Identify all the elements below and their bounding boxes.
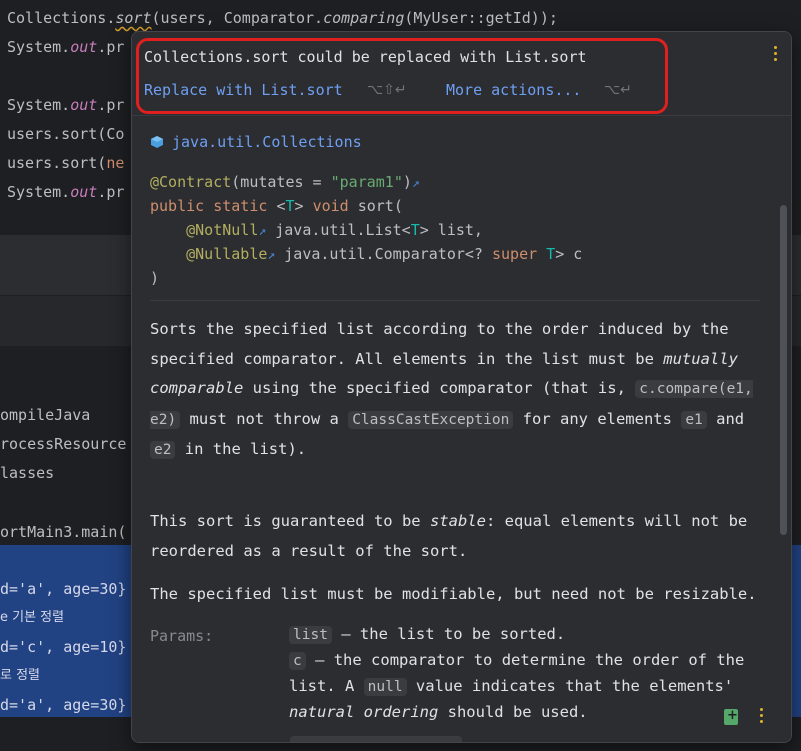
signature-line: @NotNull↗ java.util.List<T> list, <box>186 221 483 239</box>
description-paragraph: The specified list must be modifiable, b… <box>150 585 757 603</box>
console-line: rocessResource <box>0 435 127 453</box>
package-link[interactable]: java.util.Collections <box>172 133 362 151</box>
external-link-icon: ↗ <box>258 224 267 239</box>
code-line[interactable]: System.out.pr <box>7 95 124 115</box>
popup-footer <box>724 708 763 726</box>
description-paragraph: Sorts the specified list according to th… <box>150 320 753 459</box>
signature-line: public static <T> void sort( <box>150 197 403 215</box>
console-line: d='c', age=10} <box>0 638 127 656</box>
replace-shortcut: ⌥⇧↵ <box>367 82 407 98</box>
signature-line: ) <box>150 269 160 287</box>
intention-header: Collections.sort could be replaced with … <box>132 32 791 116</box>
console-line: e 기본 정렬 <box>0 610 65 625</box>
more-actions-link[interactable]: More actions... <box>446 81 581 99</box>
replace-with-list-sort-link[interactable]: Replace with List.sort <box>144 81 343 99</box>
console-line: d='a', age=30} <box>0 580 127 598</box>
scrollbar[interactable] <box>780 205 787 535</box>
code-line[interactable]: System.out.pr <box>7 37 124 57</box>
params-label: Params: <box>150 627 214 645</box>
more-options-icon[interactable] <box>760 708 763 726</box>
intention-title: Collections.sort could be replaced with … <box>144 48 587 66</box>
more-actions-shortcut: ⌥↵ <box>604 82 632 98</box>
param-c: c – the comparator to determine the orde… <box>289 651 745 721</box>
code-line[interactable]: users.sort(Co <box>7 124 124 144</box>
code-line[interactable]: System.out.pr <box>7 182 124 202</box>
console-line: lasses <box>0 464 55 482</box>
code-line[interactable]: Collections.sort(users, Comparator.compa… <box>7 8 558 28</box>
external-link-icon: ↗ <box>267 248 276 263</box>
params-list: list – the list to be sorted. c – the co… <box>289 622 749 725</box>
documentation-body[interactable]: java.util.Collections @Contract(mutates … <box>132 117 791 742</box>
description-paragraph: This sort is guaranteed to be stable: eq… <box>150 512 748 560</box>
signature-line: @Contract(mutates = "param1")↗ <box>150 173 420 191</box>
console-line: d='a', age=30} <box>0 696 127 714</box>
console-line: 로 정렬 <box>0 668 41 683</box>
quick-doc-popup[interactable]: Collections.sort could be replaced with … <box>131 31 792 743</box>
signature-line: @Nullable↗ java.util.Comparator<? super … <box>186 245 583 263</box>
code-chip-peek <box>290 736 462 742</box>
console-line: ompileJava <box>0 406 91 424</box>
class-cube-icon <box>151 136 163 148</box>
open-in-tool-window-icon[interactable] <box>724 708 738 725</box>
divider <box>150 300 760 301</box>
external-link-icon: ↗ <box>411 176 420 191</box>
code-line[interactable]: users.sort(ne <box>7 153 124 173</box>
param-list: list – the list to be sorted. <box>289 622 749 648</box>
console-line: ortMain3.main( <box>0 523 127 541</box>
more-options-icon[interactable] <box>773 46 779 62</box>
